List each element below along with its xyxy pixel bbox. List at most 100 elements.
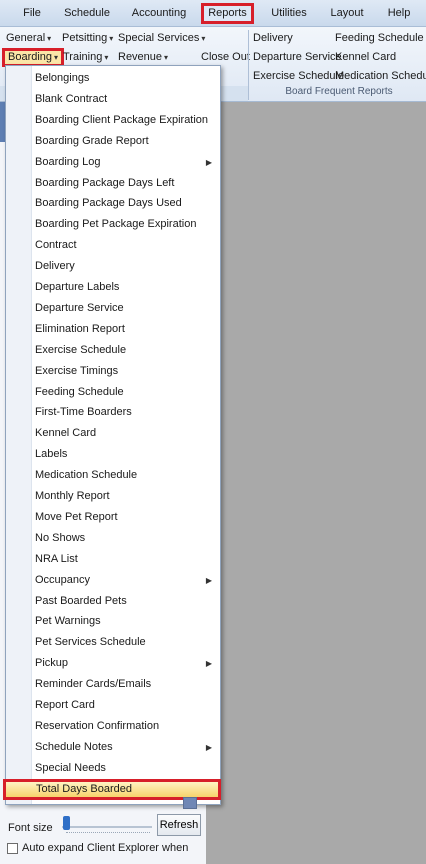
menu-item-label: Delivery [35, 260, 75, 273]
chevron-down-icon: ▾ [104, 53, 109, 62]
menubar: File Schedule Accounting Reports Utiliti… [0, 0, 426, 27]
font-size-label: Font size [8, 822, 53, 834]
menu-item[interactable]: Reservation Confirmation [6, 716, 220, 737]
menu-item-label: Move Pet Report [35, 510, 118, 523]
menu-item[interactable]: Monthly Report [6, 486, 220, 507]
special-services-dropdown[interactable]: Special Services ▾ [118, 30, 205, 47]
menu-item[interactable]: Reminder Cards/Emails [6, 674, 220, 695]
general-dropdown[interactable]: General ▾ [6, 30, 51, 47]
petsitting-dropdown[interactable]: Petsitting ▾ [62, 30, 113, 47]
submenu-arrow-icon: ▶ [205, 575, 212, 585]
menu-item-label: Boarding Log [35, 155, 101, 168]
menu-accounting[interactable]: Accounting [129, 3, 189, 24]
menu-item-label: No Shows [35, 531, 86, 544]
menu-item[interactable]: Pet Warnings [6, 611, 220, 632]
menu-item-label: Boarding Client Package Expiration [35, 113, 209, 126]
menu-item-label: Total Days Boarded [36, 782, 132, 795]
menu-item[interactable]: Past Boarded Pets [6, 591, 220, 612]
menu-item-label: Labels [35, 448, 68, 461]
menu-item[interactable]: Boarding Client Package Expiration [6, 110, 220, 131]
menu-item[interactable]: Feeding Schedule [6, 382, 220, 403]
menu-item-label: Monthly Report [35, 490, 110, 502]
training-label: Training [63, 51, 103, 63]
menu-item[interactable]: Delivery [6, 256, 220, 277]
menu-item-label: Boarding Pet Package Expiration [35, 218, 197, 231]
font-size-slider[interactable] [62, 826, 152, 828]
menu-item-label: Exercise Timings [35, 364, 119, 377]
menu-item[interactable]: Special Needs [6, 758, 220, 779]
menu-utilities[interactable]: Utilities [266, 3, 312, 24]
menu-item-label: Belongings [35, 72, 90, 84]
menu-item[interactable]: Boarding Package Days Used [6, 193, 220, 214]
special-services-label: Special Services [118, 32, 200, 44]
frequent-delivery[interactable]: Delivery [253, 30, 293, 46]
frequent-kennel-card[interactable]: Kennel Card [335, 49, 396, 65]
menu-item-label: Feeding Schedule [35, 385, 124, 398]
menu-item-label: Report Card [35, 699, 95, 711]
submenu-arrow-icon: ▶ [205, 157, 212, 167]
menu-item-label: Special Needs [35, 761, 106, 774]
slider-thumb[interactable] [63, 816, 70, 830]
menu-item[interactable]: Elimination Report [6, 319, 220, 340]
menu-item[interactable]: Labels [6, 444, 220, 465]
menu-item[interactable]: Occupancy ▶ [6, 570, 220, 591]
frequent-medication-schedule[interactable]: Medication Schedule [335, 68, 426, 84]
menu-schedule[interactable]: Schedule [60, 3, 114, 24]
chevron-down-icon: ▾ [109, 34, 114, 43]
menu-help[interactable]: Help [383, 3, 415, 24]
chevron-down-icon: ▾ [54, 53, 59, 62]
revenue-dropdown[interactable]: Revenue ▾ [118, 49, 168, 66]
menu-item[interactable]: Contract [6, 235, 220, 256]
collapse-icon[interactable] [183, 797, 197, 809]
auto-expand-checkbox[interactable] [7, 843, 18, 854]
menu-item[interactable]: Departure Service [6, 298, 220, 319]
ribbon-group-label: Board Frequent Reports [285, 86, 393, 97]
menu-item-label: Pet Services Schedule [35, 636, 146, 649]
slider-ticks [66, 832, 150, 834]
menu-item[interactable]: Schedule Notes ▶ [6, 737, 220, 758]
menu-item[interactable]: Boarding Grade Report [6, 131, 220, 152]
frequent-feeding-schedule[interactable]: Feeding Schedule [335, 30, 424, 46]
refresh-button[interactable]: Refresh [157, 814, 201, 836]
menu-item[interactable]: Pet Services Schedule [6, 632, 220, 653]
frequent-departure-service[interactable]: Departure Service [253, 49, 342, 65]
menu-item[interactable]: Move Pet Report [6, 507, 220, 528]
workspace-area [206, 102, 426, 864]
menu-item-label: Boarding Package Days Used [35, 197, 182, 210]
training-dropdown[interactable]: Training ▾ [63, 49, 108, 66]
menu-item[interactable]: First-Time Boarders [6, 402, 220, 423]
chevron-down-icon: ▾ [47, 34, 52, 43]
menu-item[interactable]: NRA List [6, 549, 220, 570]
menu-reports[interactable]: Reports [201, 3, 254, 24]
menu-layout[interactable]: Layout [327, 3, 367, 24]
menu-item-label: Schedule Notes [35, 740, 113, 753]
menu-item[interactable]: Boarding Package Days Left [6, 173, 220, 194]
menu-item-label: Elimination Report [35, 322, 125, 335]
menu-item[interactable]: Belongings [6, 68, 220, 89]
menu-item[interactable]: Departure Labels [6, 277, 220, 298]
close-out-button[interactable]: Close Out [201, 49, 250, 65]
chevron-down-icon: ▾ [201, 34, 206, 43]
menu-item[interactable]: No Shows [6, 528, 220, 549]
menu-file[interactable]: File [18, 3, 46, 24]
menu-item[interactable]: Pickup ▶ [6, 653, 220, 674]
menu-item[interactable]: Medication Schedule [6, 465, 220, 486]
menu-item[interactable]: Boarding Pet Package Expiration [6, 214, 220, 235]
menu-item[interactable]: Exercise Schedule [6, 340, 220, 361]
petsitting-label: Petsitting [62, 32, 108, 44]
menu-item[interactable]: Boarding Log ▶ [6, 152, 220, 173]
menu-item-label: Pet Warnings [35, 615, 101, 628]
menu-item-label: Kennel Card [35, 427, 97, 440]
menu-item-label: Reservation Confirmation [35, 719, 160, 732]
menu-item-label: Departure Service [35, 301, 124, 314]
menu-item[interactable]: Blank Contract [6, 89, 220, 110]
ribbon-divider [248, 30, 249, 100]
menu-item[interactable]: Exercise Timings [6, 361, 220, 382]
menu-item[interactable]: Report Card [6, 695, 220, 716]
menu-item[interactable]: Kennel Card [6, 423, 220, 444]
menu-item-label: Blank Contract [35, 92, 108, 105]
menu-item-label: Departure Labels [35, 281, 120, 293]
menu-item-label: Occupancy [35, 573, 91, 586]
frequent-exercise-schedule[interactable]: Exercise Schedule [253, 68, 344, 84]
chevron-down-icon: ▾ [164, 53, 169, 62]
